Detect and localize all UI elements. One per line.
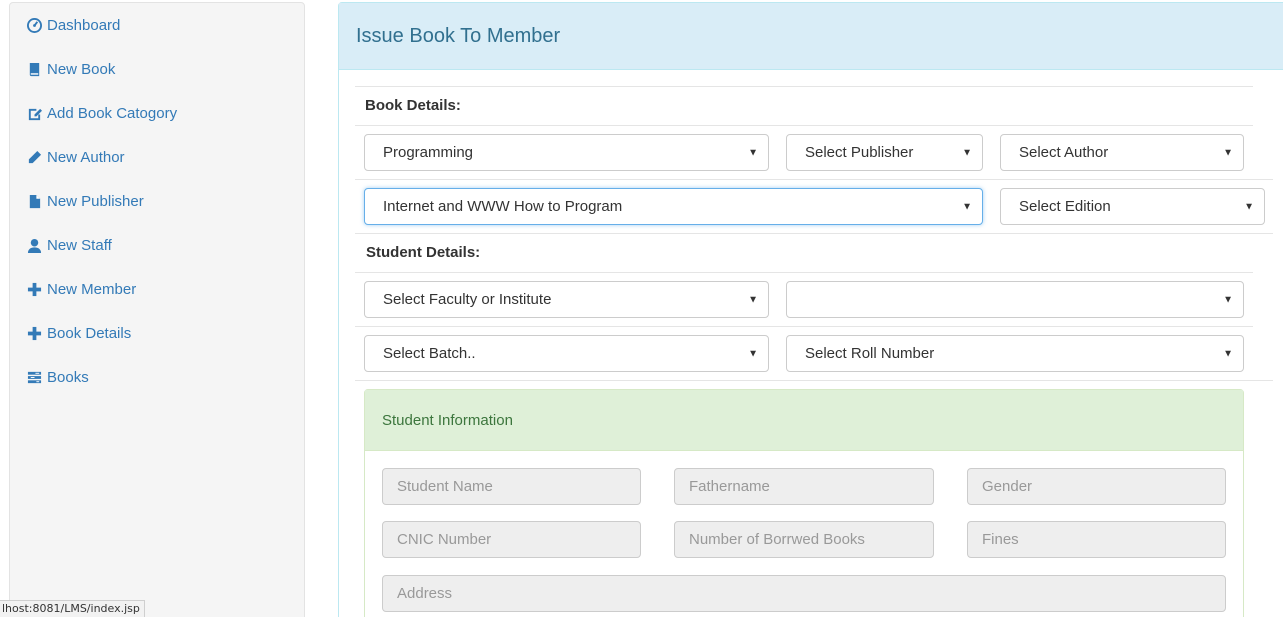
- book-select-value: Internet and WWW How to Program: [383, 198, 623, 215]
- divider: [355, 380, 1273, 381]
- caret-down-icon: ▼: [962, 201, 972, 212]
- edit-icon: [26, 105, 43, 122]
- caret-down-icon: ▼: [748, 348, 758, 359]
- book-details-label: Book Details:: [365, 97, 461, 114]
- book-select[interactable]: Internet and WWW How to Program ▼: [364, 188, 983, 225]
- sidebar-item-label: New Publisher: [47, 192, 144, 210]
- student-details-label: Student Details:: [366, 244, 481, 261]
- roll-number-select[interactable]: Select Roll Number ▼: [786, 335, 1244, 372]
- student-information-title: Student Information: [365, 390, 1243, 451]
- author-select-value: Select Author: [1019, 144, 1109, 161]
- page: Dashboard New Book Add Book Catogory New…: [0, 0, 1283, 617]
- caret-down-icon: ▼: [748, 294, 758, 305]
- fathername-field[interactable]: Fathername: [674, 468, 934, 505]
- sidebar-item-new-member[interactable]: New Member: [26, 277, 136, 301]
- divider: [355, 326, 1253, 327]
- author-select[interactable]: Select Author ▼: [1000, 134, 1244, 171]
- plus-icon: [26, 325, 43, 342]
- sidebar-item-book-details[interactable]: Book Details: [26, 321, 131, 345]
- faculty-select[interactable]: Select Faculty or Institute ▼: [364, 281, 769, 318]
- sidebar-item-label: New Book: [47, 60, 116, 78]
- sidebar-item-label: Book Details: [47, 324, 132, 342]
- caret-down-icon: ▼: [1223, 147, 1233, 158]
- user-icon: [26, 237, 43, 254]
- divider: [355, 125, 1253, 126]
- book-icon: [26, 61, 43, 78]
- divider: [355, 86, 1253, 87]
- sidebar-item-books[interactable]: Books: [26, 365, 89, 389]
- plus-icon: [26, 281, 43, 298]
- caret-down-icon: ▼: [1244, 201, 1254, 212]
- panel-title: Issue Book To Member: [339, 3, 1283, 70]
- fines-field[interactable]: Fines: [967, 521, 1226, 558]
- batch-select[interactable]: Select Batch.. ▼: [364, 335, 769, 372]
- address-field[interactable]: Address: [382, 575, 1226, 612]
- category-select[interactable]: Programming ▼: [364, 134, 769, 171]
- sidebar-item-new-author[interactable]: New Author: [26, 145, 125, 169]
- borrowed-books-field[interactable]: Number of Borrwed Books: [674, 521, 934, 558]
- edition-select-value: Select Edition: [1019, 198, 1111, 215]
- edition-select[interactable]: Select Edition ▼: [1000, 188, 1265, 225]
- sidebar-item-dashboard[interactable]: Dashboard: [26, 13, 120, 37]
- dashboard-icon: [26, 17, 43, 34]
- sidebar-item-label: Books: [47, 368, 89, 386]
- divider: [355, 272, 1253, 273]
- student-name-field[interactable]: Student Name: [382, 468, 641, 505]
- sidebar-item-new-staff[interactable]: New Staff: [26, 233, 112, 257]
- batch-select-value: Select Batch..: [383, 345, 476, 362]
- caret-down-icon: ▼: [748, 147, 758, 158]
- sidebar-item-new-book[interactable]: New Book: [26, 57, 115, 81]
- pencil-icon: [26, 149, 43, 166]
- sidebar: Dashboard New Book Add Book Catogory New…: [9, 2, 305, 617]
- sidebar-item-label: Dashboard: [47, 16, 121, 34]
- divider: [355, 233, 1273, 234]
- gender-field[interactable]: Gender: [967, 468, 1226, 505]
- caret-down-icon: ▼: [1223, 348, 1233, 359]
- caret-down-icon: ▼: [962, 147, 972, 158]
- tasks-icon: [26, 369, 43, 386]
- file-icon: [26, 193, 43, 210]
- roll-number-select-value: Select Roll Number: [805, 345, 935, 362]
- department-select[interactable]: ▼: [786, 281, 1244, 318]
- caret-down-icon: ▼: [1223, 294, 1233, 305]
- cnic-field[interactable]: CNIC Number: [382, 521, 641, 558]
- sidebar-item-label: New Member: [47, 280, 137, 298]
- sidebar-item-label: Add Book Catogory: [47, 104, 178, 122]
- divider: [355, 179, 1273, 180]
- faculty-select-value: Select Faculty or Institute: [383, 291, 552, 308]
- publisher-select[interactable]: Select Publisher ▼: [786, 134, 983, 171]
- sidebar-item-add-book-category[interactable]: Add Book Catogory: [26, 101, 177, 125]
- sidebar-item-label: New Author: [47, 148, 125, 166]
- browser-status-url: lhost:8081/LMS/index.jsp: [0, 600, 145, 617]
- category-select-value: Programming: [383, 144, 474, 161]
- sidebar-item-label: New Staff: [47, 236, 112, 254]
- publisher-select-value: Select Publisher: [805, 144, 914, 161]
- sidebar-item-new-publisher[interactable]: New Publisher: [26, 189, 144, 213]
